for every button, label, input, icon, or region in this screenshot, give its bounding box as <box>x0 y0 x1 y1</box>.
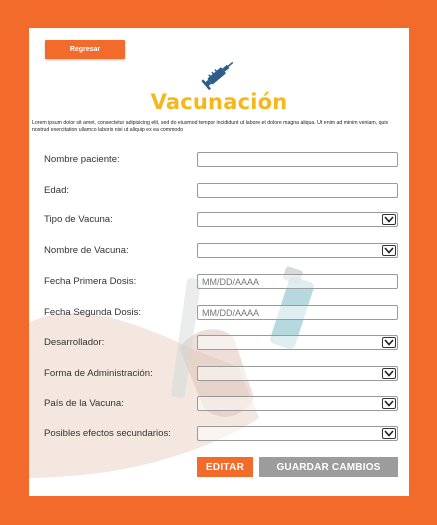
vaccination-form: Nombre paciente: Edad: Tipo de Vacuna: N… <box>29 28 409 496</box>
fecha-primera-label: Fecha Primera Dosis: <box>44 276 137 287</box>
fecha-segunda-input[interactable] <box>197 305 398 320</box>
row-desarrollador: Desarrollador: <box>29 335 409 351</box>
form-actions: EDITAR GUARDAR CAMBIOS <box>29 457 409 479</box>
desarrollador-select[interactable] <box>197 335 398 350</box>
edit-button[interactable]: EDITAR <box>197 457 253 477</box>
chevron-down-icon <box>382 245 396 256</box>
nombre-paciente-input[interactable] <box>197 152 398 167</box>
row-efectos: Posibles efectos secundarios: <box>29 426 409 442</box>
row-fecha-segunda: Fecha Segunda Dosis: <box>29 305 409 321</box>
desarrollador-label: Desarrollador: <box>44 337 105 348</box>
save-changes-button[interactable]: GUARDAR CAMBIOS <box>259 457 398 477</box>
form-card: Regresar Vacunación Lorem ipsum dolor si… <box>29 28 409 496</box>
row-tipo-vacuna: Tipo de Vacuna: <box>29 212 409 228</box>
row-pais-vacuna: País de la Vacuna: <box>29 396 409 412</box>
tipo-vacuna-select[interactable] <box>197 212 398 227</box>
row-edad: Edad: <box>29 183 409 199</box>
pais-vacuna-label: País de la Vacuna: <box>44 398 124 409</box>
chevron-down-icon <box>382 214 396 225</box>
chevron-down-icon <box>382 337 396 348</box>
fecha-segunda-label: Fecha Segunda Dosis: <box>44 307 142 318</box>
fecha-primera-input[interactable] <box>197 274 398 289</box>
chevron-down-icon <box>382 428 396 439</box>
nombre-vacuna-select[interactable] <box>197 243 398 258</box>
pais-vacuna-select[interactable] <box>197 396 398 411</box>
row-nombre-paciente: Nombre paciente: <box>29 152 409 168</box>
edad-input[interactable] <box>197 183 398 198</box>
nombre-vacuna-label: Nombre de Vacuna: <box>44 245 129 256</box>
forma-admin-select[interactable] <box>197 366 398 381</box>
nombre-paciente-label: Nombre paciente: <box>44 154 120 165</box>
chevron-down-icon <box>382 398 396 409</box>
row-fecha-primera: Fecha Primera Dosis: <box>29 274 409 290</box>
chevron-down-icon <box>382 368 396 379</box>
efectos-select[interactable] <box>197 426 398 441</box>
edad-label: Edad: <box>44 185 70 196</box>
forma-admin-label: Forma de Administración: <box>44 368 153 379</box>
row-forma-admin: Forma de Administración: <box>29 366 409 382</box>
efectos-label: Posibles efectos secundarios: <box>44 428 171 439</box>
row-nombre-vacuna: Nombre de Vacuna: <box>29 243 409 259</box>
tipo-vacuna-label: Tipo de Vacuna: <box>44 214 113 225</box>
